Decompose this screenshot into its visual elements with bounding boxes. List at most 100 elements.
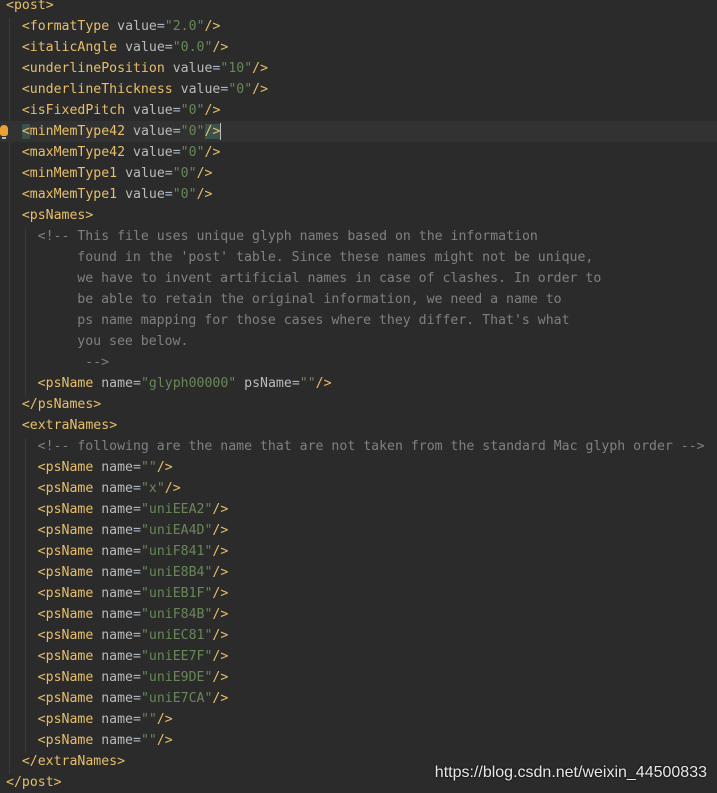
code-line[interactable]: <psName name=""/> — [0, 709, 717, 730]
equals-sign: = — [172, 124, 181, 139]
code-line[interactable]: <maxMemType1 value="0"/> — [0, 184, 717, 205]
tag-bracket: < — [21, 418, 30, 433]
equals-sign: = — [172, 103, 181, 118]
tag-bracket: < — [21, 61, 30, 76]
attribute-value: "uniF841" — [140, 544, 213, 559]
tag-bracket: </ — [6, 775, 22, 790]
tag-bracket-highlighted: /> — [204, 124, 221, 139]
equals-sign: = — [164, 40, 173, 55]
attribute-value: "uniEC81" — [140, 628, 213, 643]
tag-bracket: < — [21, 82, 30, 97]
attribute-value: "uniE8B4" — [140, 565, 213, 580]
attribute-value: "0" — [228, 82, 253, 97]
attribute-name: value — [172, 61, 213, 76]
equals-sign: = — [132, 691, 141, 706]
text-caret — [220, 123, 222, 140]
equals-sign: = — [132, 502, 141, 517]
attribute-value: "2.0" — [164, 19, 205, 34]
code-line[interactable]: <formatType value="2.0"/> — [0, 16, 717, 37]
code-line[interactable]: <psName name="uniF841"/> — [0, 541, 717, 562]
code-line[interactable]: <psName name="uniE9DE"/> — [0, 667, 717, 688]
tag-bracket: /> — [212, 628, 229, 643]
comment-text: we have to invent artificial names in ca… — [77, 271, 602, 286]
code-line[interactable]: <psName name=""/> — [0, 457, 717, 478]
code-line[interactable]: <psName name="x"/> — [0, 478, 717, 499]
equals-sign: = — [132, 607, 141, 622]
tag-name: psName — [45, 712, 94, 727]
tag-bracket: < — [37, 733, 46, 748]
tag-bracket: /> — [212, 523, 229, 538]
code-line[interactable]: <extraNames> — [0, 415, 717, 436]
code-line[interactable]: <psName name="glyph00000" psName=""/> — [0, 373, 717, 394]
tag-bracket: /> — [212, 544, 229, 559]
attribute-name: name — [101, 733, 133, 748]
equals-sign: = — [132, 565, 141, 580]
attribute-value: "" — [140, 460, 157, 475]
attribute-value: "0" — [180, 103, 205, 118]
code-line[interactable]: <minMemType42 value="0"/> — [0, 121, 717, 142]
tag-bracket: < — [37, 691, 46, 706]
code-line[interactable]: <isFixedPitch value="0"/> — [0, 100, 717, 121]
equals-sign: = — [132, 460, 141, 475]
comment-line[interactable]: you see below. — [0, 331, 717, 352]
code-line[interactable]: <psName name="uniEEA2"/> — [0, 499, 717, 520]
code-line[interactable]: </psNames> — [0, 394, 717, 415]
code-line[interactable]: <psName name="uniF84B"/> — [0, 604, 717, 625]
tag-bracket: /> — [196, 187, 213, 202]
tag-bracket: < — [37, 607, 46, 622]
tag-name: psName — [45, 523, 94, 538]
comment-line[interactable]: <!-- following are the name that are not… — [0, 436, 717, 457]
code-line[interactable]: <underlineThickness value="0"/> — [0, 79, 717, 100]
comment-line[interactable]: <!-- This file uses unique glyph names b… — [0, 226, 717, 247]
code-line[interactable]: <psName name=""/> — [0, 730, 717, 751]
code-line[interactable]: <psName name="uniEC81"/> — [0, 625, 717, 646]
code-line[interactable]: <italicAngle value="0.0"/> — [0, 37, 717, 58]
tag-name: maxMemType1 — [29, 187, 118, 202]
tag-bracket: < — [37, 712, 46, 727]
tag-bracket: > — [109, 418, 118, 433]
code-line[interactable]: <psName name="uniE8B4"/> — [0, 562, 717, 583]
comment-line[interactable]: found in the 'post' table. Since these n… — [0, 247, 717, 268]
attribute-name: name — [101, 691, 133, 706]
tag-bracket: < — [37, 649, 46, 664]
tag-bracket: /> — [156, 733, 173, 748]
attribute-value: "uniEEA2" — [140, 502, 213, 517]
code-line[interactable]: <psName name="uniE7CA"/> — [0, 688, 717, 709]
equals-sign: = — [132, 649, 141, 664]
comment-text: be able to retain the original informati… — [77, 292, 562, 307]
code-line[interactable]: <psNames> — [0, 205, 717, 226]
attribute-name: name — [101, 481, 133, 496]
tag-bracket: /> — [212, 691, 229, 706]
attribute-name: value — [125, 40, 165, 55]
comment-line[interactable]: be able to retain the original informati… — [0, 289, 717, 310]
equals-sign: = — [132, 523, 141, 538]
tag-name: psName — [45, 586, 94, 601]
tag-name: minMemType42 — [29, 124, 126, 139]
tag-bracket: > — [93, 397, 102, 412]
code-line[interactable]: <psName name="uniEA4D"/> — [0, 520, 717, 541]
tag-bracket: < — [21, 166, 30, 181]
comment-text: you see below. — [77, 334, 189, 349]
comment-line[interactable]: --> — [0, 352, 717, 373]
comment-line[interactable]: ps name mapping for those cases where th… — [0, 310, 717, 331]
code-line[interactable]: <underlinePosition value="10"/> — [0, 58, 717, 79]
attribute-name: value — [133, 124, 173, 139]
code-line[interactable]: <psName name="uniEE7F"/> — [0, 646, 717, 667]
comment-line[interactable]: we have to invent artificial names in ca… — [0, 268, 717, 289]
attribute-value: "uniE7CA" — [140, 691, 213, 706]
equals-sign: = — [132, 586, 141, 601]
equals-sign: = — [291, 376, 300, 391]
code-line[interactable]: <minMemType1 value="0"/> — [0, 163, 717, 184]
tag-bracket: < — [37, 502, 46, 517]
attribute-value: "0" — [172, 187, 197, 202]
attribute-value: "x" — [140, 481, 165, 496]
tag-name: psNames — [29, 208, 86, 223]
tag-bracket: < — [37, 586, 46, 601]
tag-name: italicAngle — [29, 40, 118, 55]
attribute-name: psName — [244, 376, 292, 391]
code-line[interactable]: <maxMemType42 value="0"/> — [0, 142, 717, 163]
code-editor[interactable]: <post> <formatType value="2.0"/> <italicAn… — [0, 0, 717, 793]
intention-bulb-icon[interactable] — [0, 125, 8, 139]
code-line[interactable]: <post> — [0, 0, 717, 16]
code-line[interactable]: <psName name="uniEB1F"/> — [0, 583, 717, 604]
